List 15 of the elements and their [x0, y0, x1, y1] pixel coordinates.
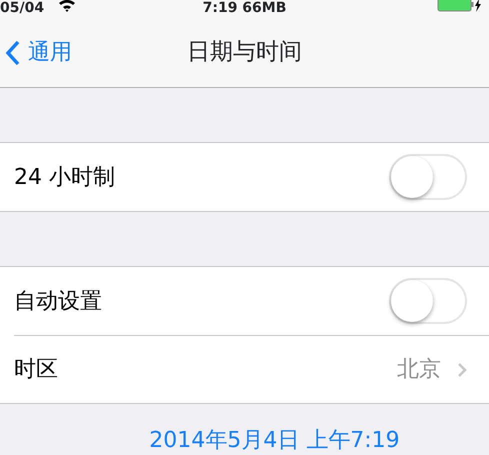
toggle-switch[interactable]: [389, 154, 467, 200]
back-button[interactable]: 通用: [0, 36, 72, 69]
toggle-switch[interactable]: [389, 278, 467, 324]
status-text: 7:19 66MB: [202, 0, 286, 16]
status-date: 05/04: [0, 0, 44, 16]
chevron-icon: [457, 362, 467, 378]
page-title: 日期与时间: [187, 39, 302, 66]
setting-label: 自动设置: [14, 288, 102, 316]
setting-value: 北京: [397, 356, 441, 384]
battery-charging-icon: [437, 0, 481, 12]
back-chevron-icon[interactable]: [6, 40, 20, 66]
wifi-icon: [58, 0, 76, 12]
current-date-time[interactable]: 2014年5月4日 上午7:19: [149, 428, 400, 453]
setting-label: 时区: [14, 356, 58, 384]
setting-label: 24 小时制: [14, 164, 115, 192]
